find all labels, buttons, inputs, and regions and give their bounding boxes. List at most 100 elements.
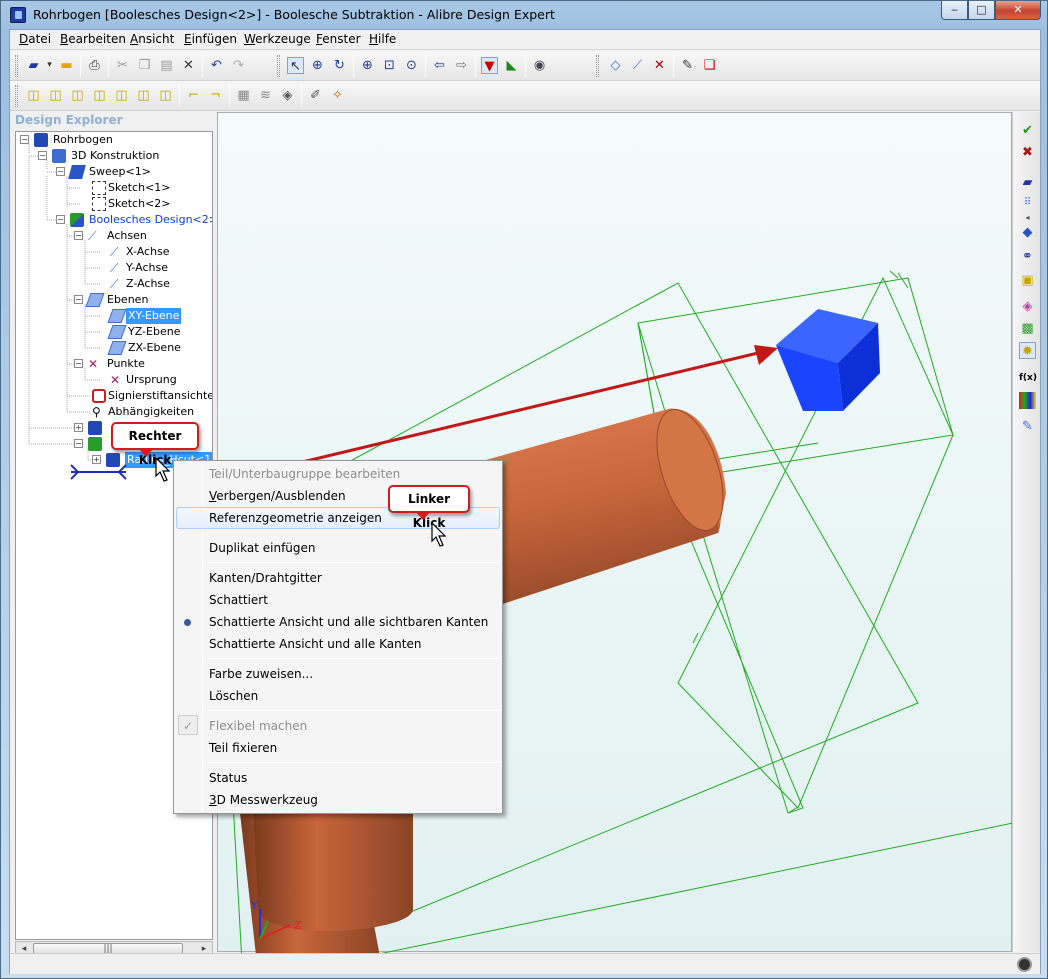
boolean-tool-icon[interactable]: ❏ — [701, 57, 718, 74]
maximize-button[interactable]: □ — [968, 1, 995, 20]
collapse-toggle-icon[interactable]: − — [56, 167, 65, 176]
formula-icon[interactable]: f(x) — [1019, 370, 1037, 387]
new-icon[interactable]: ▰ — [25, 57, 42, 74]
menu-item-duplikat[interactable]: Duplikat einfügen — [176, 537, 500, 559]
link-icon[interactable]: ⚭ — [1019, 248, 1036, 265]
revolve-boss-icon[interactable]: ◫ — [47, 87, 64, 104]
dropdown-arrow-icon[interactable]: ▾ — [41, 57, 58, 74]
redo-icon[interactable]: ↷ — [230, 57, 247, 74]
open-folder-icon[interactable]: ▬ — [58, 57, 75, 74]
delete-icon[interactable]: ✕ — [180, 57, 197, 74]
mouse-cursor-icon — [431, 521, 447, 547]
point-tool-icon[interactable]: ✕ — [651, 57, 668, 74]
draft-icon[interactable]: ✐ — [307, 87, 324, 104]
menu-item-3d-messwerkzeug[interactable]: 3D Messwerkzeug — [176, 789, 500, 811]
copy-icon[interactable]: ❐ — [136, 57, 153, 74]
tree-item-label: Punkte — [107, 357, 145, 370]
menu-bar: Datei Bearbeiten Ansicht Einfügen Werkze… — [10, 30, 1040, 50]
render-icon[interactable]: ◉ — [531, 57, 548, 74]
toolbar-separator — [475, 55, 476, 77]
toolbar-grip[interactable] — [15, 55, 18, 77]
minimize-button[interactable]: ‒ — [941, 1, 968, 20]
collapse-toggle-icon[interactable]: − — [74, 359, 83, 368]
collapse-toggle-icon[interactable]: − — [20, 135, 29, 144]
confirm-check-icon[interactable]: ✔ — [1019, 122, 1036, 139]
menu-item-loeschen[interactable]: Löschen — [176, 685, 500, 707]
plane-tool-icon[interactable]: ◇ — [607, 57, 624, 74]
expand-toggle-icon[interactable]: + — [74, 423, 83, 432]
cancel-x-icon[interactable]: ✖ — [1019, 144, 1036, 161]
revolve-cut-icon[interactable]: ◫ — [135, 87, 152, 104]
menu-einfuegen[interactable]: Einfügen — [184, 32, 237, 46]
toolbar-grip[interactable] — [277, 55, 280, 77]
menu-item-schattiert-alle-kanten[interactable]: Schattierte Ansicht und alle Kanten — [176, 633, 500, 655]
cube-icon[interactable]: ◆ — [1019, 224, 1036, 241]
folder-cube-icon[interactable]: ▣ — [1019, 272, 1036, 289]
settings-gear-icon[interactable]: ✹ — [1019, 342, 1036, 359]
menu-item-teil-bearbeiten[interactable]: Teil/Unterbaugruppe bearbeiten — [176, 463, 500, 485]
collapse-toggle-icon[interactable]: − — [74, 231, 83, 240]
menu-item-farbe-zuweisen[interactable]: Farbe zuweisen... — [176, 663, 500, 685]
collapse-toggle-icon[interactable]: − — [74, 439, 83, 448]
green-flag-icon[interactable]: ◣ — [503, 57, 520, 74]
menu-datei[interactable]: Datei — [19, 32, 51, 46]
part-tool-icon[interactable]: ▰ — [1019, 174, 1036, 191]
constraint-icon[interactable]: ▼ — [481, 57, 498, 74]
menu-item-kanten-drahtgitter[interactable]: Kanten/Drahtgitter — [176, 567, 500, 589]
sketch-icon — [92, 181, 106, 195]
menu-hilfe[interactable]: Hilfe — [369, 32, 396, 46]
back-arrow-icon[interactable]: ⇦ — [431, 57, 448, 74]
color-palette-icon[interactable] — [1019, 392, 1036, 409]
shell-icon[interactable]: ◈ — [279, 87, 296, 104]
mirror-icon[interactable]: ≋ — [257, 87, 274, 104]
axis-icon: ⟋ — [110, 261, 119, 275]
sweep-cut-icon[interactable]: ◫ — [157, 87, 174, 104]
paint-icon[interactable]: ◈ — [1019, 298, 1036, 315]
measure-icon[interactable]: ✎ — [679, 57, 696, 74]
menu-werkzeuge[interactable]: Werkzeuge — [244, 32, 311, 46]
toolbar-grip[interactable] — [15, 85, 18, 107]
collapse-toggle-icon[interactable]: − — [38, 151, 47, 160]
sweep-boss-icon[interactable]: ◫ — [69, 87, 86, 104]
menu-item-flexibel-machen[interactable]: Flexibel machen — [176, 715, 500, 737]
zoom-in-icon[interactable]: ⊕ — [359, 57, 376, 74]
print-icon[interactable]: ⎙ — [86, 57, 103, 74]
collapse-toggle-icon[interactable]: − — [56, 215, 65, 224]
chamfer-icon[interactable]: ¬ — [207, 87, 224, 104]
assembly-icon[interactable]: ▩ — [1019, 320, 1036, 337]
zoom-window-icon[interactable]: ⊡ — [381, 57, 398, 74]
scale-icon[interactable]: ✧ — [329, 87, 346, 104]
menu-item-schattiert-sichtbare-kanten[interactable]: Schattierte Ansicht und alle sichtbaren … — [176, 611, 500, 633]
edit-pen-icon[interactable]: ✎ — [1019, 418, 1036, 435]
pan-icon[interactable]: ⊕ — [309, 57, 326, 74]
tree-item-label: Sketch<1> — [108, 181, 171, 194]
collapse-toggle-icon[interactable]: − — [74, 295, 83, 304]
rotate-icon[interactable]: ↻ — [331, 57, 348, 74]
cut-icon[interactable]: ✂ — [114, 57, 131, 74]
menu-item-status[interactable]: Status — [176, 767, 500, 789]
menu-item-schattiert[interactable]: Schattiert — [176, 589, 500, 611]
menu-ansicht[interactable]: Ansicht — [130, 32, 174, 46]
zoom-fit-icon[interactable]: ⊙ — [403, 57, 420, 74]
tree-item-label: YZ-Ebene — [128, 325, 181, 338]
loft-boss-icon[interactable]: ◫ — [91, 87, 108, 104]
sketch-icon — [92, 197, 106, 211]
axis-tool-icon[interactable]: ⟋ — [629, 57, 646, 74]
extrude-boss-icon[interactable]: ◫ — [25, 87, 42, 104]
fillet-icon[interactable]: ⌐ — [185, 87, 202, 104]
forward-arrow-icon[interactable]: ⇨ — [453, 57, 470, 74]
paste-icon[interactable]: ▤ — [158, 57, 175, 74]
menu-bearbeiten[interactable]: Bearbeiten — [60, 32, 126, 46]
app-icon[interactable] — [10, 7, 26, 23]
undo-icon[interactable]: ↶ — [208, 57, 225, 74]
close-button[interactable]: ✕ — [995, 1, 1041, 20]
toolbar-separator — [525, 55, 526, 77]
title-bar: Rohrbogen [Boolesches Design<2>] - Boole… — [1, 1, 1047, 29]
select-icon[interactable]: ↖ — [287, 57, 304, 74]
menu-item-teil-fixieren[interactable]: Teil fixieren — [176, 737, 500, 759]
extrude-cut-icon[interactable]: ◫ — [113, 87, 130, 104]
context-menu: Teil/Unterbaugruppe bearbeiten Verbergen… — [173, 460, 503, 814]
toolbar-grip[interactable] — [596, 55, 599, 77]
menu-fenster[interactable]: Fenster — [316, 32, 361, 46]
pattern-icon[interactable]: ▦ — [235, 87, 252, 104]
